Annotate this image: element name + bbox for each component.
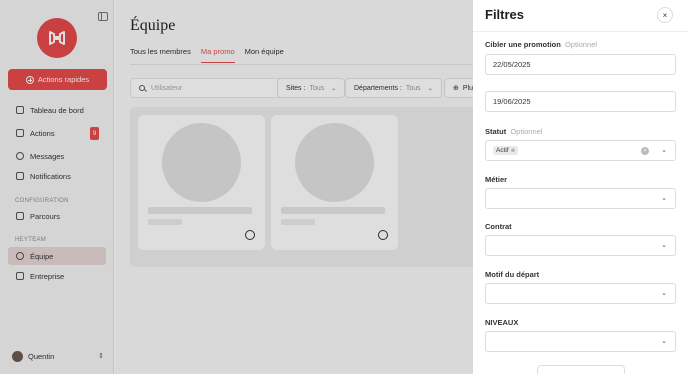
chevron-down-icon: ⌄ (661, 195, 667, 202)
chip-remove-icon[interactable]: ⊗ (511, 148, 516, 154)
end-date-value: 19/06/2025 (493, 97, 531, 106)
modal-overlay[interactable] (0, 0, 473, 374)
niveaux-label: NIVEAUX (485, 318, 519, 327)
motif-label: Motif du départ (485, 270, 540, 279)
chevron-down-icon: ⌄ (661, 147, 667, 154)
status-label-text: Statut (485, 127, 507, 136)
clear-icon[interactable]: × (641, 147, 649, 155)
optional-hint: Optionnel (510, 127, 543, 136)
metier-select[interactable]: ⌄ (485, 188, 676, 209)
close-icon: × (662, 10, 668, 20)
status-chip[interactable]: Actif ⊗ (493, 146, 519, 155)
filters-drawer: Filtres × Cibler une promotion Optionnel… (473, 0, 688, 374)
niveaux-select[interactable]: ⌄ (485, 331, 676, 352)
status-select[interactable]: Actif ⊗ × ⌄ (485, 140, 676, 161)
chevron-down-icon: ⌄ (661, 242, 667, 249)
motif-select[interactable]: ⌄ (485, 283, 676, 304)
promotion-start-date-field[interactable]: 22/05/2025 (485, 54, 676, 75)
chevron-down-icon: ⌄ (661, 338, 667, 345)
promotion-label: Cibler une promotion Optionnel (485, 40, 597, 49)
start-date-value: 22/05/2025 (493, 60, 531, 69)
contrat-label: Contrat (485, 222, 512, 231)
drawer-footer-button[interactable] (537, 365, 625, 374)
drawer-divider (473, 31, 688, 32)
optional-hint: Optionnel (564, 40, 598, 49)
close-button[interactable]: × (657, 7, 673, 23)
metier-label: Métier (485, 175, 508, 184)
contrat-select[interactable]: ⌄ (485, 235, 676, 256)
drawer-title: Filtres (485, 7, 525, 22)
status-chip-label: Actif (496, 147, 509, 154)
promotion-label-text: Cibler une promotion (485, 40, 561, 49)
chevron-down-icon: ⌄ (661, 290, 667, 297)
status-label: Statut Optionnel (485, 127, 542, 136)
promotion-end-date-field[interactable]: 19/06/2025 (485, 91, 676, 112)
